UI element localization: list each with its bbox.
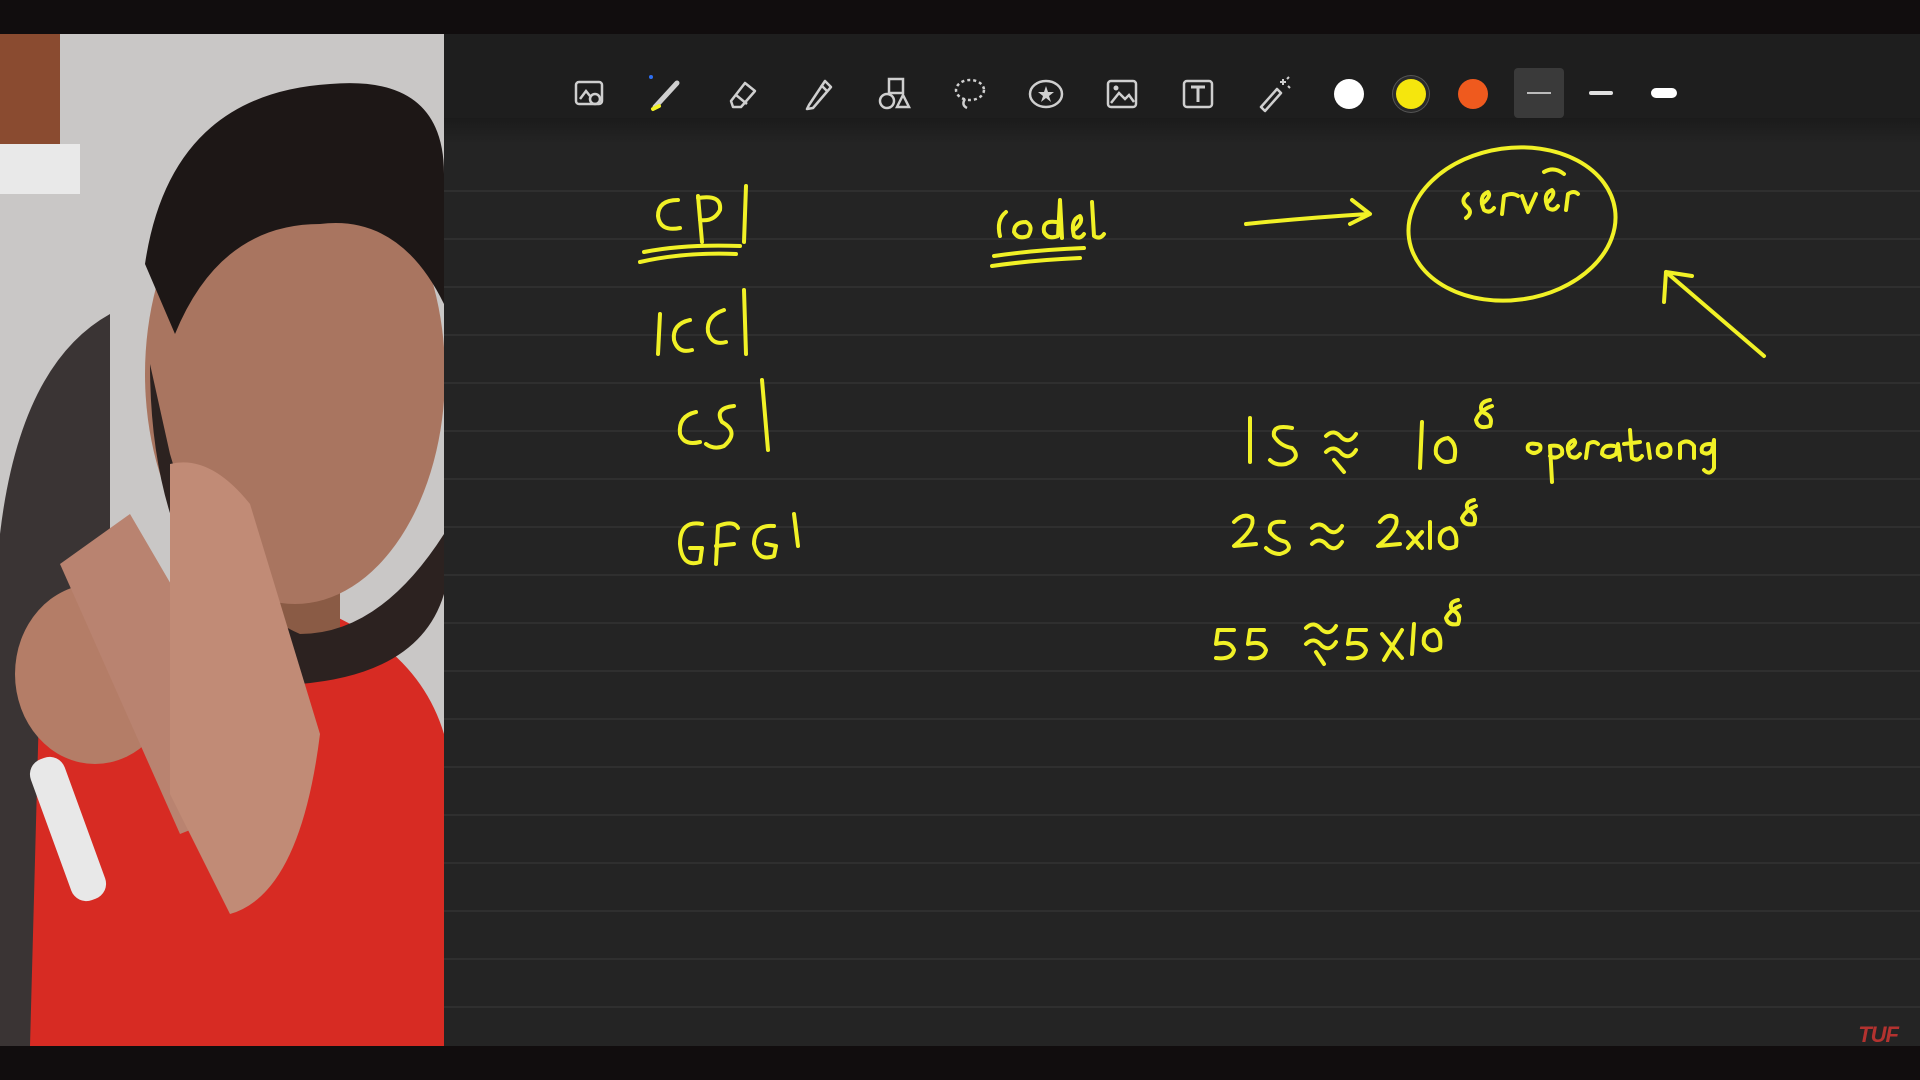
presenter-video-image [0,34,444,1046]
stroke-thick-button[interactable] [1638,68,1688,118]
color-swatch-white[interactable] [1334,79,1364,109]
presenter-webcam-panel [0,34,444,1046]
stroke-thin-button[interactable] [1514,68,1564,118]
whiteboard-canvas[interactable] [444,144,1920,1046]
video-bottom-bar [0,1046,1920,1080]
stickers-tool-icon[interactable] [1024,72,1068,116]
handwritten-notes [638,145,1766,666]
laser-pointer-icon[interactable] [1252,72,1296,116]
image-tool-icon[interactable] [1100,72,1144,116]
toolbar-divider [444,118,1920,144]
highlighter-tool-icon[interactable] [796,72,840,116]
stroke-medium-button[interactable] [1576,68,1626,118]
channel-watermark: TUF [1858,1022,1899,1047]
text-tool-icon[interactable] [1176,72,1220,116]
lasso-image-tool-icon[interactable] [568,72,612,116]
eraser-tool-icon[interactable] [720,72,764,116]
shapes-tool-icon[interactable] [872,72,916,116]
lasso-tool-icon[interactable] [948,72,992,116]
pen-tool-icon[interactable] [644,72,688,116]
color-swatch-yellow[interactable] [1396,79,1426,109]
color-swatch-orange[interactable] [1458,79,1488,109]
